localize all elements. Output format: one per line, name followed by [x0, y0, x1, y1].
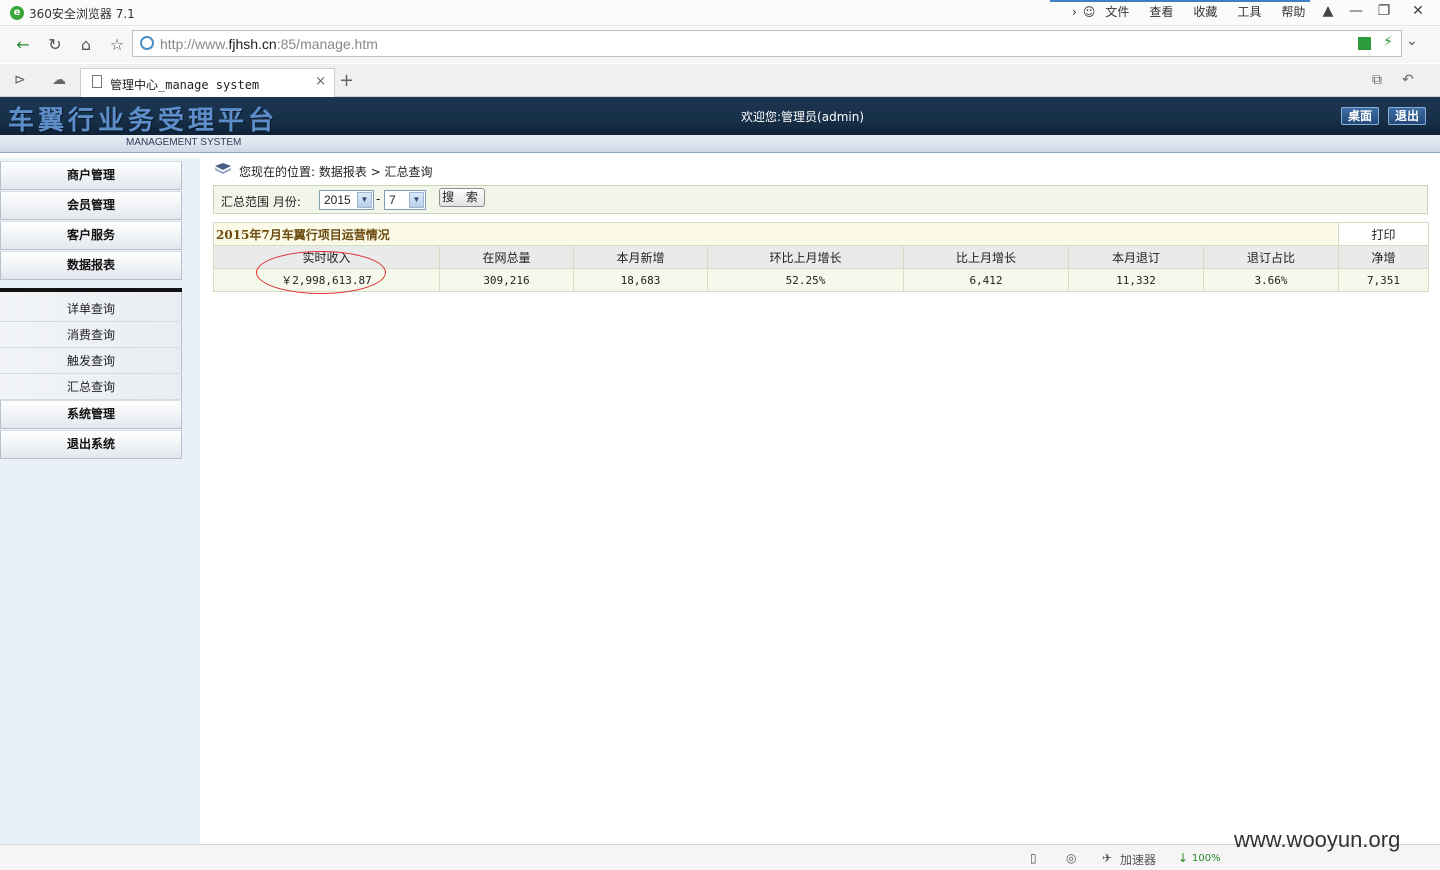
watermark: www.wooyun.org [1234, 827, 1401, 852]
subitem-summary-query[interactable]: 汇总查询 [0, 374, 182, 400]
header-net-increase: 净增 [1338, 245, 1429, 269]
year-select[interactable]: 2015 ▼ [319, 190, 374, 210]
header-total-online: 在网总量 [439, 245, 574, 269]
refresh-icon[interactable]: ↻ [42, 33, 68, 57]
sidebar-item-customer-service[interactable]: 客户服务 [0, 221, 182, 250]
app-subtitle: MANAGEMENT SYSTEM [126, 137, 242, 148]
menu-favorites[interactable]: 收藏 [1193, 3, 1217, 20]
report-caption-row: 2015年7月车翼行项目运营情况 打印 [213, 222, 1429, 246]
tab-list-icon[interactable]: ⧉ [1372, 72, 1382, 88]
highlight-ellipse [256, 251, 386, 294]
filter-label: 汇总范围 月份: [221, 195, 301, 209]
header-new-this-month: 本月新增 [573, 245, 708, 269]
minimize-button[interactable]: — [1344, 2, 1368, 22]
table-row: ￥2,998,613.87 309,216 18,683 52.25% 6,41… [213, 268, 1429, 292]
new-tab-button[interactable]: + [339, 70, 354, 91]
refresh-circle-icon[interactable]: ◎ [1066, 851, 1076, 865]
report-caption: 2015年7月车翼行项目运营情况 [213, 222, 1339, 246]
accelerator-label[interactable]: 加速器 [1120, 851, 1156, 868]
skin-icon[interactable]: ▲ [1316, 2, 1340, 22]
logout-button[interactable]: 退出 [1388, 107, 1427, 125]
user-icon[interactable]: ☺ [1083, 5, 1096, 19]
globe-icon [140, 36, 154, 50]
menu-tools[interactable]: 工具 [1237, 3, 1261, 20]
search-button[interactable]: 搜 索 [439, 188, 485, 207]
chevron-down-icon[interactable]: ⌄ [1406, 33, 1418, 49]
home-icon[interactable]: ⌂ [73, 33, 99, 57]
month-value: 7 [389, 193, 396, 207]
status-bar: ▯ ◎ ✈ 加速器 ↓ 100% [0, 844, 1440, 870]
app-subheader: MANAGEMENT SYSTEM [0, 135, 1440, 153]
report-table: 2015年7月车翼行项目运营情况 打印 实时收入 在网总量 本月新增 环比上月增… [213, 222, 1429, 292]
sidebar-item-reports[interactable]: 数据报表 [0, 251, 182, 280]
sidebar-item-merchant[interactable]: 商户管理 [0, 161, 182, 190]
chevron-right-icon[interactable]: › [1072, 5, 1077, 19]
app-header: 车翼行业务受理平台 欢迎您:管理员(admin) 桌面 退出 [0, 97, 1440, 136]
header-unsubscribed: 本月退订 [1068, 245, 1204, 269]
reports-submenu: 详单查询 消费查询 触发查询 汇总查询 [0, 292, 182, 400]
browser-menu: › ☺ 文件 查看 收藏 工具 帮助 [1072, 3, 1325, 20]
header-growth-vs-last-month: 比上月增长 [903, 245, 1069, 269]
rocket-icon[interactable]: ✈ [1102, 851, 1112, 865]
download-percent: 100% [1192, 853, 1221, 864]
page-icon [92, 75, 102, 88]
sidebar-item-system[interactable]: 系统管理 [0, 400, 182, 429]
browser-title: 360安全浏览器 7.1 [29, 7, 135, 21]
year-value: 2015 [324, 193, 351, 207]
breadcrumb-text: 您现在的位置: 数据报表 > 汇总查询 [239, 165, 433, 179]
titlebar-accent [1050, 0, 1310, 2]
subitem-consumption-query[interactable]: 消费查询 [0, 322, 182, 348]
book-icon [215, 163, 231, 174]
header-stripe [0, 154, 1440, 158]
lightning-icon[interactable]: ⚡ [1383, 34, 1393, 50]
chevron-down-icon: ▼ [409, 192, 424, 208]
tab-close-icon[interactable]: × [315, 74, 326, 89]
menu-help[interactable]: 帮助 [1281, 3, 1305, 20]
cell-net-increase: 7,351 [1338, 268, 1429, 292]
browser-logo-icon: e [10, 6, 24, 20]
address-toolbar: ← ↻ ⌂ ☆ http://www.fjhsh.cn:85/manage.ht… [0, 27, 1440, 63]
app-title: 车翼行业务受理平台 [8, 106, 279, 136]
cell-unsubscribe-ratio: 3.66% [1203, 268, 1339, 292]
restore-button[interactable]: ❐ [1372, 2, 1396, 22]
date-separator: - [376, 192, 381, 206]
tab-bar: ⊳ ☁ 管理中心_manage system × + ⧉ ↶ [0, 64, 1440, 97]
star-icon[interactable]: ☆ [104, 33, 130, 57]
header-mom-growth: 环比上月增长 [707, 245, 904, 269]
chevron-down-icon: ▼ [357, 192, 372, 208]
subitem-trigger-query[interactable]: 触发查询 [0, 348, 182, 374]
sidebar-item-member[interactable]: 会员管理 [0, 191, 182, 220]
cell-growth-vs-last-month: 6,412 [903, 268, 1069, 292]
cell-total-online: 309,216 [439, 268, 574, 292]
menu-file[interactable]: 文件 [1105, 3, 1129, 20]
desktop-button[interactable]: 桌面 [1341, 107, 1380, 125]
subitem-detail-query[interactable]: 详单查询 [0, 296, 182, 322]
header-unsubscribe-ratio: 退订占比 [1203, 245, 1339, 269]
close-window-button[interactable]: ✕ [1406, 2, 1430, 22]
sidebar-toggle-icon[interactable]: ⊳ [14, 72, 26, 88]
browser-titlebar: e 360安全浏览器 7.1 › ☺ 文件 查看 收藏 工具 帮助 ▲ — ❐ … [0, 0, 1440, 26]
back-arrow-icon[interactable]: ← [10, 33, 36, 57]
cloud-icon[interactable]: ☁ [52, 72, 66, 88]
cell-mom-growth: 52.25% [707, 268, 904, 292]
cell-new-this-month: 18,683 [573, 268, 708, 292]
cell-unsubscribed: 11,332 [1068, 268, 1204, 292]
url-input[interactable]: http://www.fjhsh.cn:85/manage.htm ⚡ [132, 30, 1402, 57]
menu-view[interactable]: 查看 [1149, 3, 1173, 20]
filter-bar: 汇总范围 月份: 2015 ▼ - 7 ▼ 搜 索 [213, 185, 1428, 214]
tab-label: 管理中心_manage system [110, 78, 260, 92]
month-select[interactable]: 7 ▼ [384, 190, 426, 210]
undo-close-icon[interactable]: ↶ [1402, 72, 1414, 88]
mobile-icon[interactable]: ▯ [1030, 851, 1037, 865]
tab-manage-system[interactable]: 管理中心_manage system × [80, 68, 335, 97]
download-arrow-icon[interactable]: ↓ [1178, 851, 1188, 865]
url-text: http://www.fjhsh.cn:85/manage.htm [160, 36, 378, 52]
sidebar: 商户管理 会员管理 客户服务 数据报表 详单查询 消费查询 触发查询 汇总查询 … [0, 158, 200, 844]
table-header-row: 实时收入 在网总量 本月新增 环比上月增长 比上月增长 本月退订 退订占比 净增 [213, 245, 1429, 269]
print-link[interactable]: 打印 [1338, 222, 1429, 246]
sidebar-item-exit[interactable]: 退出系统 [0, 430, 182, 459]
qr-code-icon[interactable] [1358, 37, 1371, 50]
welcome-text: 欢迎您:管理员(admin) [741, 110, 865, 124]
